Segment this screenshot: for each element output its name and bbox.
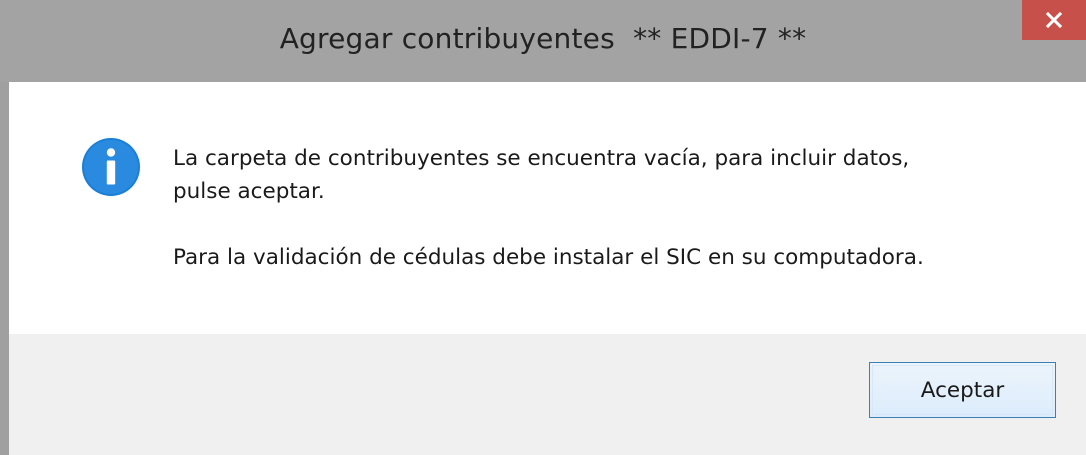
info-icon: [82, 138, 140, 196]
window-title: Agregar contribuyentes ** EDDI-7 **: [279, 22, 807, 55]
message-line-1: La carpeta de contribuyentes se encuentr…: [173, 146, 910, 171]
button-bar: Aceptar: [9, 334, 1086, 455]
message-area: La carpeta de contribuyentes se encuentr…: [9, 82, 1086, 334]
secondary-message: Para la validación de cédulas debe insta…: [173, 245, 924, 270]
close-button[interactable]: [1022, 0, 1086, 40]
message-text: La carpeta de contribuyentes se encuentr…: [173, 142, 1073, 208]
accept-button[interactable]: Aceptar: [869, 362, 1056, 418]
message-line-2: pulse aceptar.: [173, 179, 325, 204]
dialog-window: Agregar contribuyentes ** EDDI-7 ** La c…: [0, 0, 1086, 455]
title-bar[interactable]: Agregar contribuyentes ** EDDI-7 **: [0, 0, 1086, 82]
close-icon: [1045, 11, 1063, 29]
